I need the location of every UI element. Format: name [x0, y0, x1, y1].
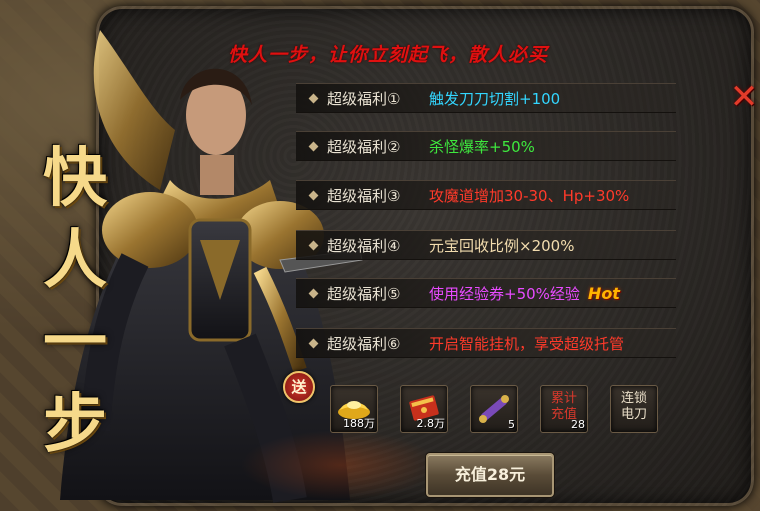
- item-count: 28: [571, 418, 585, 431]
- close-button[interactable]: ✕: [728, 80, 760, 114]
- reward-item-skill[interactable]: 连锁 电刀: [610, 385, 658, 433]
- item-count: 188万: [343, 417, 375, 430]
- item-count: 2.8万: [416, 417, 446, 430]
- benefit-row-6: 超级福利⑥ 开启智能挂机，享受超级托管: [296, 328, 676, 358]
- benefit-row-4: 超级福利④ 元宝回收比例×200%: [296, 230, 676, 260]
- benefit-label: 超级福利④: [327, 236, 401, 255]
- reward-item-scroll[interactable]: 5: [470, 385, 518, 433]
- benefit-description: 触发刀刀切割+100: [429, 89, 561, 108]
- diamond-bullet-icon: [308, 93, 319, 103]
- benefit-description: 元宝回收比例×200%: [429, 236, 575, 255]
- chain-lightning-skill-icon: 连锁 电刀: [611, 391, 657, 423]
- diamond-bullet-icon: [308, 338, 319, 348]
- title-char: 人: [43, 223, 107, 298]
- benefit-description: 开启智能挂机，享受超级托管: [429, 334, 625, 353]
- benefit-label: 超级福利③: [327, 186, 401, 205]
- diamond-bullet-icon: [308, 141, 319, 151]
- title-char: 一: [43, 305, 107, 380]
- benefit-row-3: 超级福利③ 攻魔道增加30-30、Hp+30%: [296, 180, 676, 210]
- benefit-description: 使用经验券+50%经验: [429, 284, 580, 303]
- reward-item-gold-ingot[interactable]: 188万: [330, 385, 378, 433]
- benefit-row-1: 超级福利① 触发刀刀切割+100: [296, 83, 676, 113]
- benefit-description: 攻魔道增加30-30、Hp+30%: [429, 186, 630, 205]
- hot-tag: Hot: [587, 283, 620, 303]
- item-text: 连锁 电刀: [620, 391, 647, 422]
- benefit-description: 杀怪爆率+50%: [429, 137, 535, 156]
- benefit-label: 超级福利①: [327, 89, 401, 108]
- benefit-row-2: 超级福利② 杀怪爆率+50%: [296, 131, 676, 161]
- diamond-bullet-icon: [308, 190, 319, 200]
- reward-item-recharge[interactable]: 累计 充值 28: [540, 385, 588, 433]
- promo-slogan: 快人一步，让你立刻起飞，散人必买: [228, 44, 549, 66]
- promo-title: 快 人 一 步: [20, 138, 130, 466]
- diamond-bullet-icon: [308, 240, 319, 250]
- benefit-label: 超级福利⑤: [327, 284, 401, 303]
- ember-glow: [240, 430, 440, 500]
- benefit-label: 超级福利⑥: [327, 334, 401, 353]
- gift-badge: 送: [283, 371, 315, 403]
- title-char: 步: [43, 387, 107, 462]
- reward-item-red-envelope[interactable]: 2.8万: [400, 385, 448, 433]
- recharge-button[interactable]: 充值28元: [426, 453, 554, 497]
- title-char: 快: [43, 141, 107, 216]
- item-count: 5: [508, 418, 515, 431]
- benefit-row-5: 超级福利⑤ 使用经验券+50%经验 Hot: [296, 278, 676, 308]
- benefit-label: 超级福利②: [327, 137, 401, 156]
- diamond-bullet-icon: [308, 288, 319, 298]
